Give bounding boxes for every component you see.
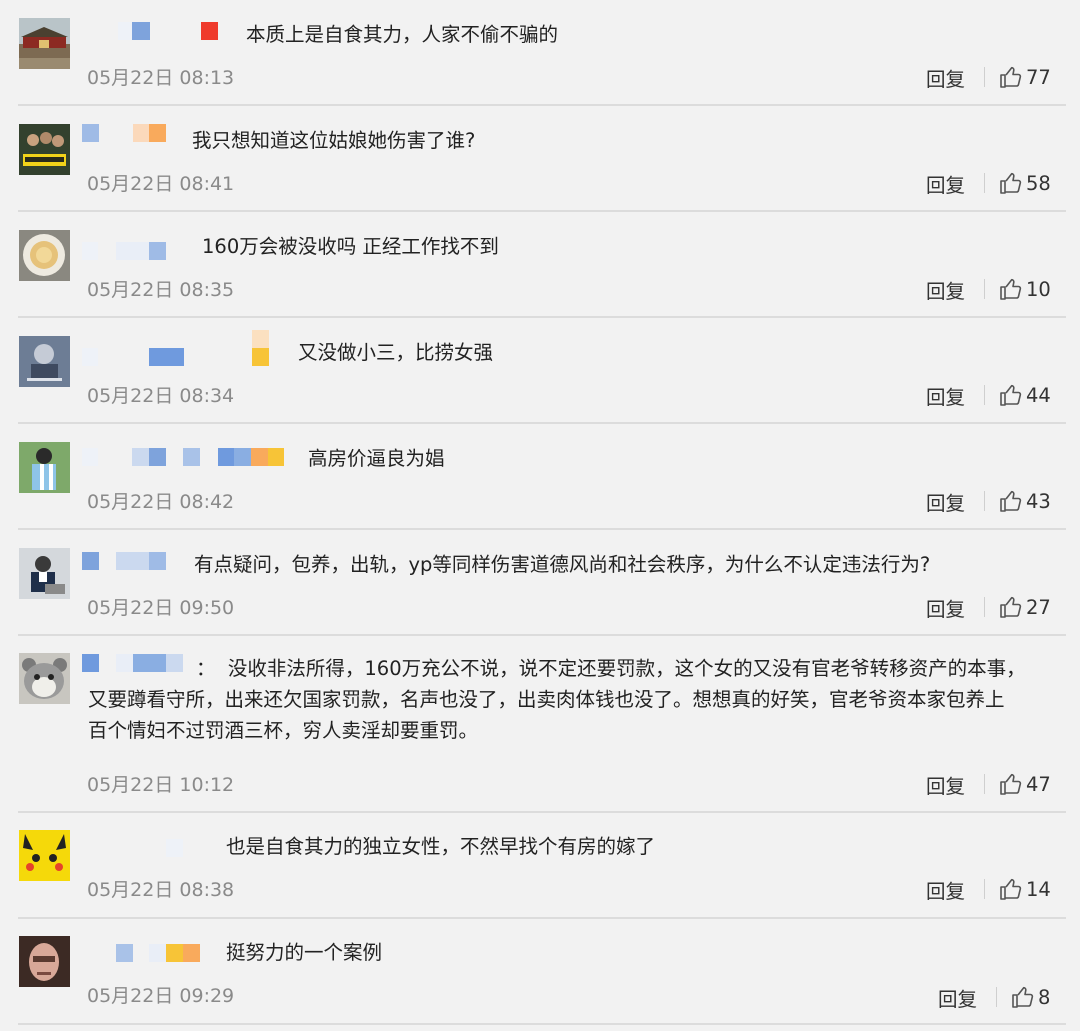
reply-button[interactable]: 回复 bbox=[926, 275, 965, 304]
comment-item: 也是自食其力的独立女性，不然早找个有房的嫁了 05月22日 08:38 回复 1… bbox=[0, 813, 1080, 919]
avatar[interactable] bbox=[19, 548, 70, 599]
comment-text: 又没做小三，比捞女强 bbox=[298, 341, 494, 364]
reply-button[interactable]: 回复 bbox=[926, 875, 965, 904]
plush-hamster-icon bbox=[19, 653, 70, 704]
thumbs-up-icon bbox=[1000, 172, 1022, 194]
thumbs-up-icon bbox=[1000, 878, 1022, 900]
movie-poster-icon bbox=[19, 124, 70, 175]
action-divider bbox=[984, 67, 985, 87]
avatar[interactable] bbox=[19, 830, 70, 881]
comment-time: 05月22日 08:38 bbox=[87, 879, 235, 901]
action-divider bbox=[996, 987, 997, 1007]
action-divider bbox=[984, 173, 985, 193]
comment-item: 高房价逼良为娼 05月22日 08:42 回复 43 bbox=[0, 424, 1080, 530]
comment-time: 05月22日 08:34 bbox=[87, 385, 235, 407]
comment-item: 有点疑问，包养，出轨，yp等同样伤害道德风尚和社会秩序，为什么不认定违法行为? … bbox=[0, 530, 1080, 636]
action-divider bbox=[984, 491, 985, 511]
comment-time: 05月22日 08:42 bbox=[87, 491, 235, 513]
comment-text: 挺努力的一个案例 bbox=[226, 941, 383, 964]
comment-list: 本质上是自食其力，人家不偷不骗的 05月22日 08:13 回复 77 我只想知… bbox=[0, 0, 1080, 1031]
man-at-laptop-icon bbox=[19, 548, 70, 599]
avatar[interactable] bbox=[19, 124, 70, 175]
comment-item: 又没做小三，比捞女强 05月22日 08:34 回复 44 bbox=[0, 318, 1080, 424]
comment-text: 本质上是自食其力，人家不偷不骗的 bbox=[246, 23, 559, 46]
thumbs-up-icon bbox=[1000, 490, 1022, 512]
food-plate-icon bbox=[19, 230, 70, 281]
man-face-photo-icon bbox=[19, 936, 70, 987]
row-divider bbox=[18, 1023, 1066, 1025]
reply-button[interactable]: 回复 bbox=[926, 593, 965, 622]
like-count: 10 bbox=[1026, 278, 1051, 301]
action-divider bbox=[984, 597, 985, 617]
comment-time: 05月22日 10:12 bbox=[87, 774, 235, 796]
action-divider bbox=[984, 879, 985, 899]
action-divider bbox=[984, 385, 985, 405]
masked-username[interactable] bbox=[82, 330, 282, 366]
comment-text: ： 没收非法所得，160万充公不说，说不定还要罚款，这个女的又没有官老爷转移资产… bbox=[88, 657, 1026, 742]
like-count: 77 bbox=[1026, 66, 1051, 89]
pikachu-icon bbox=[19, 830, 70, 881]
thumbs-up-icon bbox=[1000, 278, 1022, 300]
avatar[interactable] bbox=[19, 230, 70, 281]
comment-time: 05月22日 08:35 bbox=[87, 279, 235, 301]
soccer-player-icon bbox=[19, 442, 70, 493]
comment-item: 挺努力的一个案例 05月22日 09:29 回复 8 bbox=[0, 919, 1080, 1031]
reply-button[interactable]: 回复 bbox=[926, 63, 965, 92]
portrait-poster-icon bbox=[19, 336, 70, 387]
like-count: 8 bbox=[1038, 986, 1051, 1009]
thumbs-up-icon bbox=[1000, 596, 1022, 618]
reply-button[interactable]: 回复 bbox=[926, 487, 965, 516]
thumbs-up-icon bbox=[1000, 66, 1022, 88]
reply-button[interactable]: 回复 bbox=[926, 381, 965, 410]
tiananmen-gate-photo-icon bbox=[19, 18, 70, 69]
comment-time: 05月22日 09:50 bbox=[87, 597, 235, 619]
masked-username[interactable] bbox=[82, 242, 182, 262]
avatar[interactable] bbox=[19, 653, 70, 704]
masked-username[interactable] bbox=[82, 839, 192, 859]
reply-button[interactable]: 回复 bbox=[926, 169, 965, 198]
comment-text: 160万会被没收吗 正经工作找不到 bbox=[202, 235, 499, 258]
action-divider bbox=[984, 279, 985, 299]
comment-time: 05月22日 08:41 bbox=[87, 173, 235, 195]
masked-username[interactable] bbox=[82, 552, 182, 572]
masked-username[interactable] bbox=[82, 124, 172, 144]
comment-time: 05月22日 09:29 bbox=[87, 985, 235, 1007]
like-count: 44 bbox=[1026, 384, 1051, 407]
comment-text: 也是自食其力的独立女性，不然早找个有房的嫁了 bbox=[226, 835, 656, 858]
avatar[interactable] bbox=[19, 18, 70, 69]
avatar[interactable] bbox=[19, 336, 70, 387]
comment-item: ： 没收非法所得，160万充公不说，说不定还要罚款，这个女的又没有官老爷转移资产… bbox=[0, 636, 1080, 813]
like-count: 43 bbox=[1026, 490, 1051, 513]
comment-text: 有点疑问，包养，出轨，yp等同样伤害道德风尚和社会秩序，为什么不认定违法行为? bbox=[194, 553, 931, 576]
like-count: 27 bbox=[1026, 596, 1051, 619]
avatar[interactable] bbox=[19, 442, 70, 493]
comment-text: 高房价逼良为娼 bbox=[308, 447, 445, 470]
thumbs-up-icon bbox=[1000, 773, 1022, 795]
thumbs-up-icon bbox=[1000, 384, 1022, 406]
comment-text: 我只想知道这位姑娘她伤害了谁? bbox=[192, 129, 476, 152]
reply-button[interactable]: 回复 bbox=[926, 770, 965, 799]
action-divider bbox=[984, 774, 985, 794]
masked-username[interactable] bbox=[82, 944, 212, 964]
comment-time: 05月22日 08:13 bbox=[87, 67, 235, 89]
reply-button[interactable]: 回复 bbox=[938, 983, 977, 1012]
comment-item: 本质上是自食其力，人家不偷不骗的 05月22日 08:13 回复 77 bbox=[0, 0, 1080, 106]
thumbs-up-icon bbox=[1012, 986, 1034, 1008]
like-count: 47 bbox=[1026, 773, 1051, 796]
like-count: 14 bbox=[1026, 878, 1051, 901]
comment-item: 160万会被没收吗 正经工作找不到 05月22日 08:35 回复 10 bbox=[0, 212, 1080, 318]
comment-item: 我只想知道这位姑娘她伤害了谁? 05月22日 08:41 回复 58 bbox=[0, 106, 1080, 212]
avatar[interactable] bbox=[19, 936, 70, 987]
like-count: 58 bbox=[1026, 172, 1051, 195]
masked-username[interactable] bbox=[82, 448, 292, 468]
masked-username[interactable] bbox=[118, 22, 238, 42]
